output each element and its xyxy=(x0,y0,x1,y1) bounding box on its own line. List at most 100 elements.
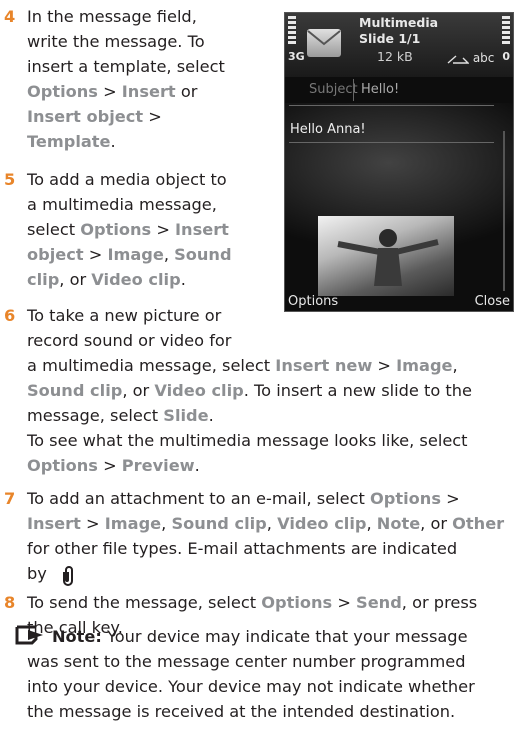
step-line: To add an attachment to an e-mail, selec… xyxy=(27,486,504,511)
menu-keyword: Options xyxy=(27,456,98,475)
message-body-underline xyxy=(289,142,494,143)
step-7-text: To add an attachment to an e-mail, selec… xyxy=(27,486,504,586)
step-text: . xyxy=(194,456,200,475)
note-line: Your device may indicate that your messa… xyxy=(101,627,468,646)
step-line: object > Image, Sound xyxy=(27,242,232,267)
step-text: or xyxy=(175,82,198,101)
step-text: To add a media object to xyxy=(27,170,227,189)
step-line: a multimedia message, select Insert new … xyxy=(27,353,472,378)
step-text: . xyxy=(110,132,116,151)
battery-indicator: 0 xyxy=(502,50,510,63)
note-label: Note: xyxy=(52,627,102,646)
menu-keyword: Sound xyxy=(174,245,232,264)
step-text: > xyxy=(97,456,122,475)
menu-keyword: Insert object xyxy=(27,107,144,126)
options-softkey[interactable]: Options xyxy=(288,294,338,310)
menu-keyword: Video clip xyxy=(91,270,181,289)
step-line: select Options > Insert xyxy=(27,217,232,242)
menu-keyword: Sound clip xyxy=(171,514,267,533)
keyboard-mode-icon xyxy=(447,54,470,64)
message-size: 12 kB xyxy=(377,49,413,64)
menu-keyword: Insert new xyxy=(275,356,373,375)
phone-subtitle: Slide 1/1 xyxy=(359,31,421,46)
menu-keyword: Insert xyxy=(121,82,176,101)
inserted-image[interactable] xyxy=(318,216,454,296)
step-line: To send the message, select Options > Se… xyxy=(27,590,477,615)
subject-field[interactable]: Subject Hello! xyxy=(289,75,494,106)
step-text: for other file types. E-mail attachments… xyxy=(27,539,458,558)
step-text: > xyxy=(143,107,162,126)
menu-keyword: Image xyxy=(104,514,162,533)
step-line: Insert object > xyxy=(27,104,225,129)
step-text: . xyxy=(180,270,186,289)
menu-keyword: Insert xyxy=(27,514,81,533)
envelope-icon xyxy=(307,29,341,57)
menu-keyword: Other xyxy=(452,514,505,533)
menu-keyword: clip xyxy=(27,270,60,289)
note-continuation: was sent to the message center number pr… xyxy=(27,649,475,724)
step-number: 7 xyxy=(4,489,16,508)
step-line: for other file types. E-mail attachments… xyxy=(27,536,504,561)
step-text: record sound or video for xyxy=(27,331,232,350)
step-text: , or press xyxy=(401,593,478,612)
menu-keyword: Insert xyxy=(175,220,229,239)
step-text: To add an attachment to an e-mail, selec… xyxy=(27,489,371,508)
step-text: > xyxy=(97,82,122,101)
step-text: , xyxy=(452,356,458,375)
step-text: by xyxy=(27,564,47,583)
step-text: select xyxy=(27,220,81,239)
step-line: record sound or video for xyxy=(27,328,472,353)
menu-keyword: Image xyxy=(107,245,164,264)
step-text: To take a new picture or xyxy=(27,306,222,325)
menu-keyword: Send xyxy=(356,593,402,612)
menu-keyword: Slide xyxy=(163,406,209,425)
step-text: a multimedia message, xyxy=(27,195,217,214)
step-number: 8 xyxy=(4,593,16,612)
menu-keyword: Video clip xyxy=(154,381,244,400)
network-indicator: 3G xyxy=(288,50,305,63)
note-line: into your device. Your device may not in… xyxy=(27,677,475,696)
step-line: clip, or Video clip. xyxy=(27,267,232,292)
paperclip-icon xyxy=(63,566,73,586)
step-text: To send the message, select xyxy=(27,593,262,612)
subject-value: Hello! xyxy=(361,82,400,97)
step-text: > xyxy=(332,593,357,612)
step-6-text: To take a new picture or record sound or … xyxy=(27,303,472,478)
menu-keyword: Preview xyxy=(121,456,195,475)
step-text: . To insert a new slide to the xyxy=(243,381,472,400)
step-text: a multimedia message, select xyxy=(27,356,276,375)
step-number: 5 xyxy=(4,170,16,189)
note-icon xyxy=(15,625,43,645)
menu-keyword: Options xyxy=(80,220,152,239)
step-5-text: To add a media object to a multimedia mes… xyxy=(27,167,232,292)
step-line: Sound clip, or Video clip. To insert a n… xyxy=(27,378,472,403)
phone-screen: 3G 0 Multimedia Slide 1/1 12 kB abc Subj… xyxy=(284,12,514,312)
step-line: Options > Preview. xyxy=(27,453,472,478)
step-text: message, select xyxy=(27,406,164,425)
menu-keyword: Video clip xyxy=(277,514,367,533)
step-line: message, select Slide. xyxy=(27,403,472,428)
subject-label: Subject xyxy=(309,82,358,97)
menu-keyword: Options xyxy=(370,489,441,508)
step-text: , xyxy=(366,514,377,533)
step-text: > xyxy=(151,220,176,239)
step-line: Options > Insert or xyxy=(27,79,225,104)
step-text: insert a template, select xyxy=(27,57,225,76)
step-number: 6 xyxy=(4,306,16,325)
step-text: > xyxy=(440,489,460,508)
step-text: , xyxy=(266,514,278,533)
step-text: , or xyxy=(122,381,155,400)
step-line: insert a template, select xyxy=(27,54,225,79)
message-body[interactable]: Hello Anna! xyxy=(290,122,366,138)
step-text: > xyxy=(372,356,397,375)
menu-keyword: object xyxy=(27,245,84,264)
scrollbar[interactable] xyxy=(503,131,505,291)
menu-keyword: Options xyxy=(261,593,333,612)
menu-keyword: Sound clip xyxy=(27,381,123,400)
step-line: Insert > Image, Sound clip, Video clip , … xyxy=(27,511,504,536)
menu-keyword: Template xyxy=(27,132,111,151)
phone-title: Multimedia xyxy=(359,15,439,30)
step-text: > xyxy=(83,245,108,264)
close-softkey[interactable]: Close xyxy=(475,294,510,310)
step-line: a multimedia message, xyxy=(27,192,232,217)
